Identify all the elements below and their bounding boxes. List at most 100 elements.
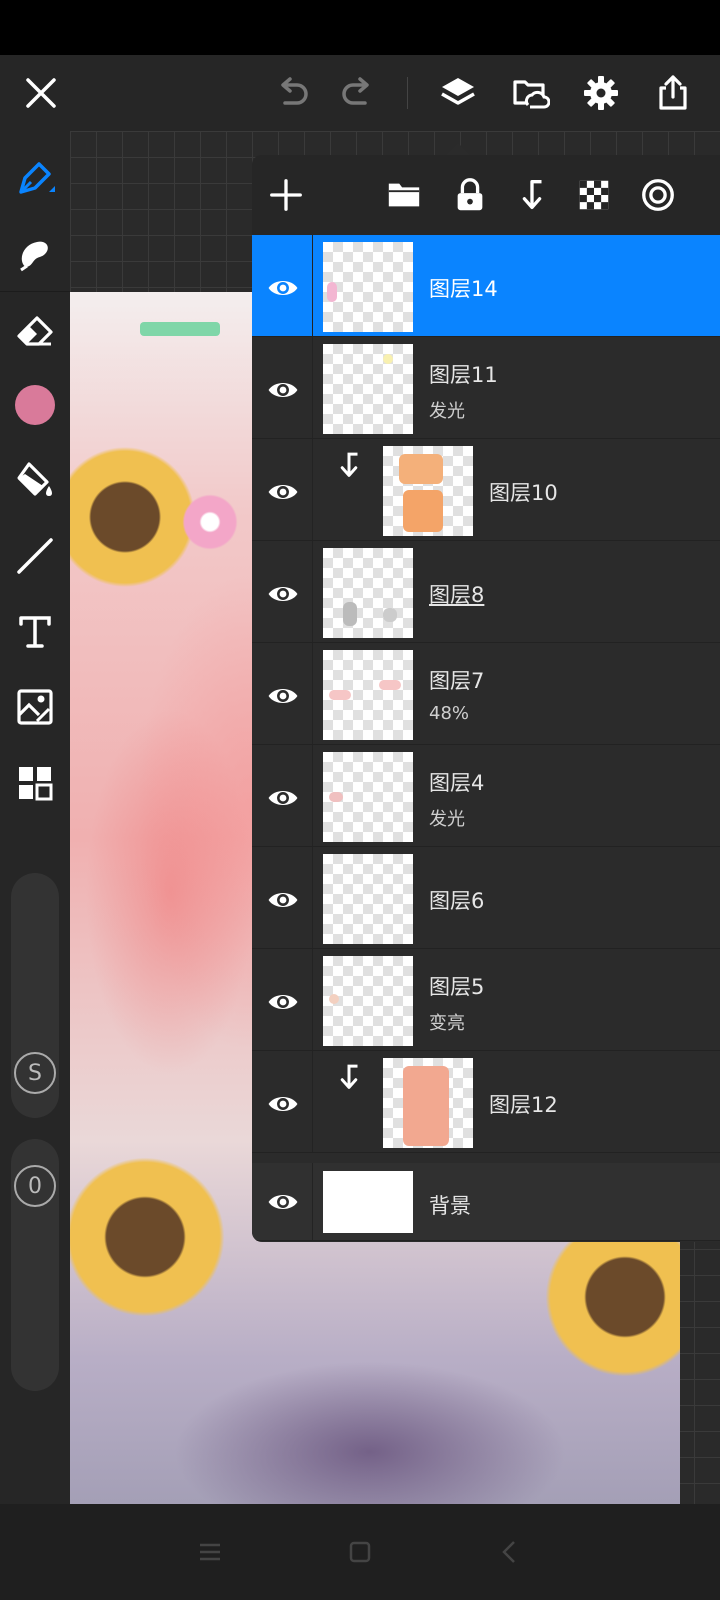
close-icon [26,78,56,108]
eye-icon[interactable] [266,271,300,305]
layer-thumbnail [323,548,413,638]
background-layer-row[interactable]: 背景 [252,1163,720,1241]
back-nav-button[interactable] [494,1536,526,1568]
layer-row[interactable]: 图层12 [252,1051,720,1153]
layer-row[interactable]: 图层5 变亮 [252,949,720,1051]
layers-panel: 图层14 图层11 发光 图层10 图层8 图层7 48% 图层4 发光 图层6 图层5 变亮 图层12… [252,155,720,1242]
target-icon [642,179,674,211]
menu-icon [200,1543,220,1561]
cloud-folder-button[interactable] [507,70,553,116]
eye-icon[interactable] [266,679,300,713]
folder-button[interactable] [382,173,426,217]
back-icon [502,1541,515,1563]
eraser-tool-button[interactable] [10,305,60,355]
clip-button[interactable] [510,173,554,217]
settings-button[interactable] [578,70,624,116]
row-separator [312,1051,313,1152]
background-layer-name: 背景 [429,1194,471,1218]
layer-name: 图层5 [429,975,485,999]
redo-icon [342,77,369,105]
layer-name: 图层11 [429,363,498,387]
layer-thumbnail [323,1171,413,1233]
grid-tool-button[interactable] [10,758,60,808]
layer-row[interactable]: 图层8 [252,541,720,643]
clip-arrow-icon [522,180,542,210]
add-icon [270,179,302,211]
eye-icon[interactable] [266,373,300,407]
layer-blend-mode: 发光 [429,809,465,830]
fill-tool-button[interactable] [10,455,60,505]
layer-name: 图层14 [429,277,498,301]
home-square-icon [349,1541,371,1563]
eye-icon[interactable] [266,883,300,917]
grid-icon [19,767,53,801]
panel-caret [446,143,470,155]
row-separator [312,235,313,336]
menu-nav-button[interactable] [194,1536,226,1568]
layers-button[interactable] [435,70,481,116]
transparency-icon [579,180,609,210]
eye-icon[interactable] [266,985,300,1019]
transparency-lock-button[interactable] [572,173,616,217]
text-tool-button[interactable] [10,607,60,657]
undo-button[interactable] [270,70,316,116]
reference-button[interactable] [636,173,680,217]
smudge-icon [20,241,48,272]
redo-button[interactable] [334,70,380,116]
layer-row[interactable]: 图层6 [252,847,720,949]
sunflower-art [70,1152,230,1322]
home-nav-button[interactable] [344,1536,376,1568]
row-separator [312,745,313,846]
layer-row[interactable]: 图层7 48% [252,643,720,745]
share-icon [659,75,687,110]
status-bar [0,0,720,55]
image-tool-button[interactable] [10,682,60,732]
row-separator [312,643,313,744]
color-swatch [15,385,55,425]
layer-thumbnail [323,752,413,842]
top-toolbar [0,55,720,131]
share-button[interactable] [650,70,696,116]
layer-thumbnail [323,956,413,1046]
cloud-folder-icon [513,80,550,109]
undo-icon [281,77,308,105]
layer-thumbnail [323,344,413,434]
eraser-icon [17,316,53,346]
layer-name: 图层7 [429,669,485,693]
lock-icon [457,178,483,211]
text-icon [19,616,51,648]
image-icon [17,689,53,725]
row-separator [312,847,313,948]
smudge-tool-button[interactable] [10,229,60,279]
line-tool-button[interactable] [10,531,60,581]
close-button[interactable] [18,70,64,116]
layers-toolbar [252,155,720,235]
eye-icon[interactable] [266,1185,300,1219]
eye-icon[interactable] [266,1087,300,1121]
row-separator [312,541,313,642]
pen-tool-button[interactable] [10,153,60,203]
layer-row[interactable]: 图层4 发光 [252,745,720,847]
layer-name: 图层4 [429,771,485,795]
brush-size-badge: S [14,1052,56,1094]
navigation-bar [0,1504,720,1600]
layer-row[interactable]: 图层11 发光 [252,337,720,439]
clip-arrow-icon [332,449,366,483]
layer-thumbnail [323,650,413,740]
row-separator [312,1163,313,1240]
layer-blend-mode: 48% [429,703,470,724]
opacity-badge: 0 [14,1165,56,1207]
color-button[interactable] [10,380,60,430]
line-icon [17,538,53,574]
layer-row[interactable]: 图层14 [252,235,720,337]
fill-bucket-icon [17,462,52,496]
layer-row[interactable]: 图层10 [252,439,720,541]
layer-name: 图层8 [429,583,485,607]
eye-icon[interactable] [266,475,300,509]
pen-icon [19,162,55,194]
eye-icon[interactable] [266,577,300,611]
lock-button[interactable] [448,173,492,217]
add-layer-button[interactable] [264,173,308,217]
eye-icon[interactable] [266,781,300,815]
left-toolbar: S 0 [0,131,70,1504]
